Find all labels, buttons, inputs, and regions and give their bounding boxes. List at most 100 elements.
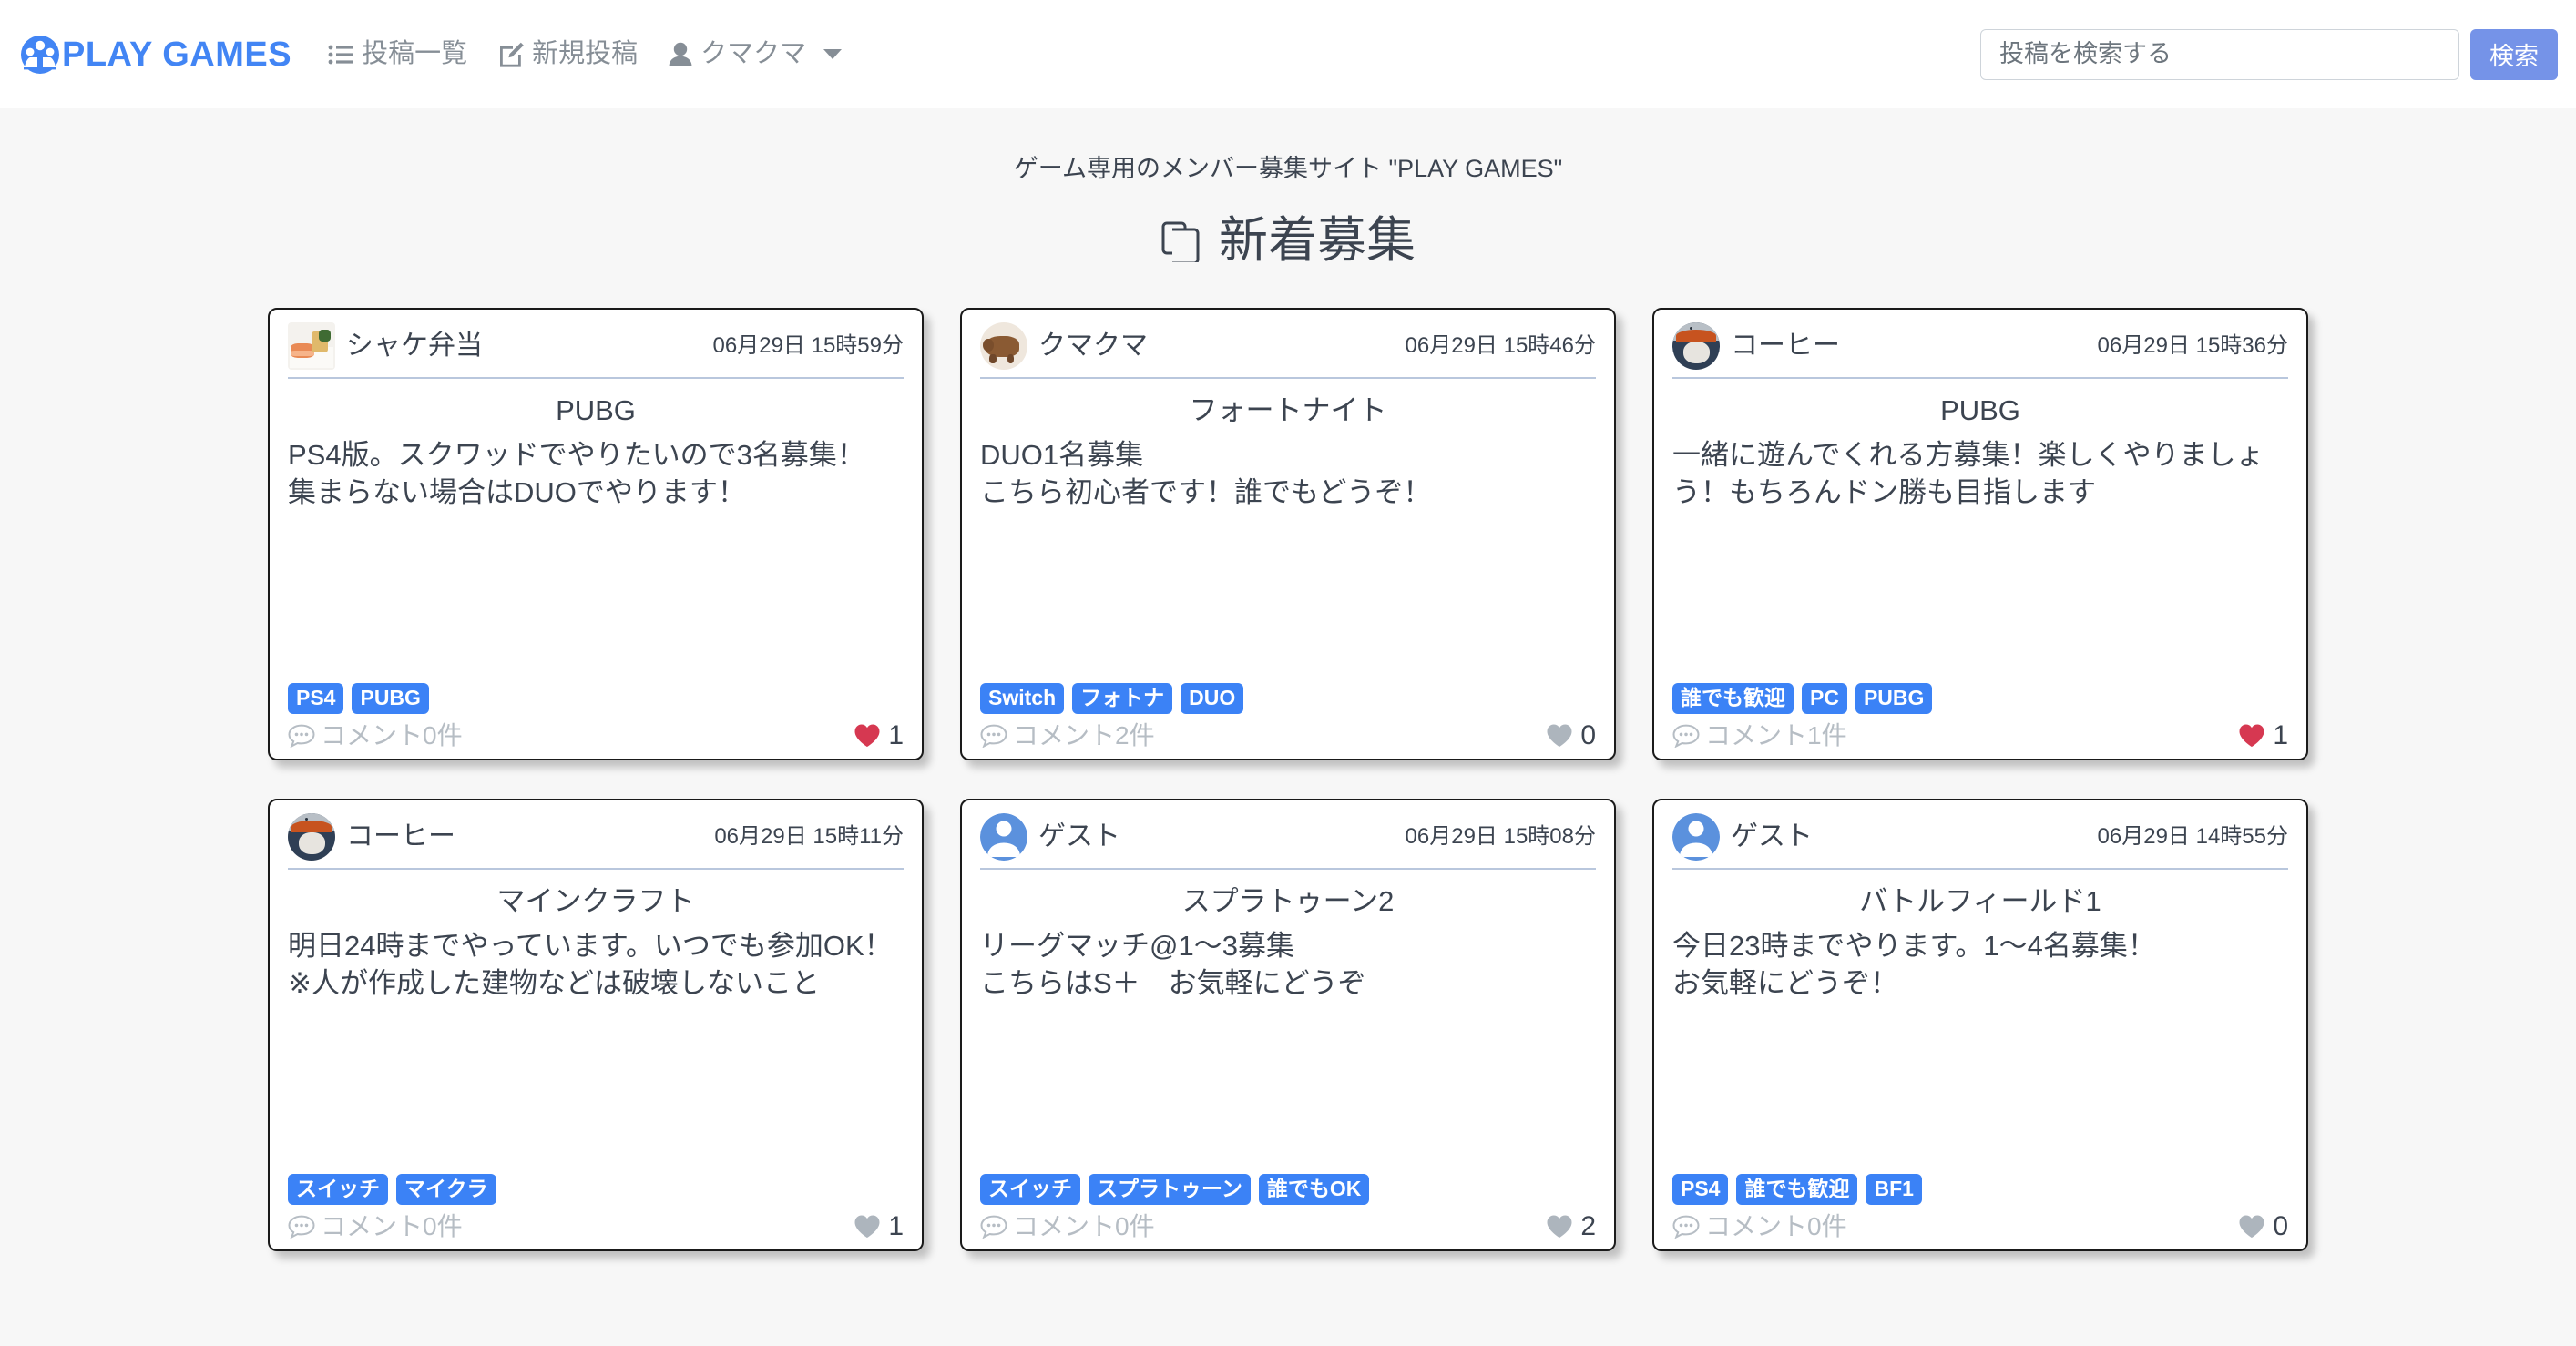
post-tag[interactable]: BF1 xyxy=(1866,1174,1922,1206)
heart-icon[interactable] xyxy=(1546,1214,1573,1239)
post-like-control[interactable]: 1 xyxy=(2238,722,2288,749)
nav-item-new-post[interactable]: 新規投稿 xyxy=(498,41,638,67)
post-comment-count-label: コメント0件 xyxy=(1705,1212,1847,1241)
post-body: PS4版。スクワッドでやりたいので3名募集！ 集まらない場合はDUOでやります！ xyxy=(288,439,865,509)
bento-photo xyxy=(288,322,335,371)
post-comment-link[interactable]: コメント0件 xyxy=(288,1214,463,1239)
post-author[interactable]: コーヒー xyxy=(1672,322,1840,371)
post-tag[interactable]: スイッチ xyxy=(288,1174,388,1206)
post-card-header: コーヒー 06月29日 15時36分 xyxy=(1672,322,2288,380)
post-author[interactable]: ゲスト xyxy=(980,813,1120,862)
bear-photo xyxy=(980,322,1027,371)
comment-bubble-icon xyxy=(980,1215,1007,1239)
post-comment-link[interactable]: コメント0件 xyxy=(288,723,463,749)
post-tag-list: スイッチ マイクラ xyxy=(288,1174,904,1206)
post-tag[interactable]: PC xyxy=(1802,683,1847,715)
heart-icon[interactable] xyxy=(854,723,881,749)
brand-logo-link[interactable]: PLAY GAMES xyxy=(20,35,291,75)
post-tag[interactable]: PUBG xyxy=(352,683,429,715)
post-tag[interactable]: 誰でも歓迎 xyxy=(1736,1174,1858,1206)
post-tag-list: Switch フォトナ DUO xyxy=(980,683,1596,715)
post-tag[interactable]: PS4 xyxy=(1672,1174,1729,1206)
page-title: 新着募集 xyxy=(0,213,2576,268)
post-author-name: ゲスト xyxy=(1731,821,1813,852)
site-tagline: ゲーム専用のメンバー募集サイト "PLAY GAMES" xyxy=(1013,155,1563,182)
user-icon xyxy=(669,42,692,67)
post-card-footer: コメント0件 0 xyxy=(1672,1213,2288,1240)
post-card[interactable]: シャケ弁当 06月29日 15時59分 PUBG PS4版。スクワッドでやりたいので3… xyxy=(268,308,924,761)
page-title-text: 新着募集 xyxy=(1219,213,1416,268)
post-author[interactable]: コーヒー xyxy=(288,813,455,862)
post-like-count: 1 xyxy=(888,1211,904,1242)
post-tag[interactable]: 誰でも歓迎 xyxy=(1672,683,1794,715)
post-tag[interactable]: 誰でもOK xyxy=(1258,1174,1370,1206)
post-tag[interactable]: PUBG xyxy=(1855,683,1933,715)
heart-icon[interactable] xyxy=(2238,723,2265,749)
post-like-control[interactable]: 1 xyxy=(854,1213,904,1240)
post-tag[interactable]: マイクラ xyxy=(396,1174,496,1206)
post-comment-link[interactable]: コメント1件 xyxy=(1672,723,1847,749)
post-comment-link[interactable]: コメント0件 xyxy=(980,1214,1155,1239)
post-tag[interactable]: DUO xyxy=(1181,683,1244,715)
post-comment-link[interactable]: コメント0件 xyxy=(1672,1214,1847,1239)
post-author[interactable]: クマクマ xyxy=(980,322,1148,371)
main-nav: 投稿一覧 新規投稿 クマクマ xyxy=(328,41,843,67)
post-card-footer: コメント1件 1 xyxy=(1672,722,2288,749)
heart-icon[interactable] xyxy=(2238,1214,2265,1239)
post-card[interactable]: コーヒー 06月29日 15時36分 PUBG 一緒に遊んでくれる方募集！楽しくやりま… xyxy=(1652,308,2308,761)
post-body: DUO1名募集 こちら初心者です！誰でもどうぞ！ xyxy=(980,439,1432,509)
post-comment-link[interactable]: コメント2件 xyxy=(980,723,1155,749)
post-card-header: コーヒー 06月29日 15時11分 xyxy=(288,813,904,871)
nav-item-new-post-label: 新規投稿 xyxy=(532,39,639,68)
post-card-header: ゲスト 06月29日 14時55分 xyxy=(1672,813,2288,871)
post-author-name: コーヒー xyxy=(346,821,455,852)
post-card-footer: コメント0件 1 xyxy=(288,1213,904,1240)
cat-photo xyxy=(1672,322,1720,371)
nav-item-post-list[interactable]: 投稿一覧 xyxy=(328,41,467,67)
post-body: 今日23時までやります。1〜4名募集！ お気軽にどうぞ！ xyxy=(1672,930,2156,1000)
post-title: PUBG xyxy=(556,394,636,427)
post-card[interactable]: ゲスト 06月29日 15時08分 スプラトゥーン2 リーグマッチ@1〜3募集 こちら… xyxy=(960,799,1616,1252)
post-title: PUBG xyxy=(1940,394,2020,427)
top-navbar: PLAY GAMES 投稿一覧 新規投稿 クマクマ 投稿を検索する 検索 xyxy=(0,0,2576,108)
post-tag[interactable]: フォトナ xyxy=(1072,683,1173,715)
post-comment-count-label: コメント0件 xyxy=(321,721,463,750)
nav-item-user-menu[interactable]: クマクマ xyxy=(669,41,843,67)
search-button[interactable]: 検索 xyxy=(2470,28,2558,80)
post-card-grid: シャケ弁当 06月29日 15時59分 PUBG PS4版。スクワッドでやりたいので3… xyxy=(268,308,2308,1252)
post-title: バトルフィールド1 xyxy=(1859,885,2101,918)
post-tag[interactable]: PS4 xyxy=(288,683,344,715)
post-tag[interactable]: スイッチ xyxy=(980,1174,1080,1206)
list-icon xyxy=(328,42,354,67)
post-timestamp: 06月29日 14時55分 xyxy=(2097,824,2288,850)
comment-bubble-icon xyxy=(1672,1215,1700,1239)
post-tag-list: PS4 誰でも歓迎 BF1 xyxy=(1672,1174,2288,1206)
post-body: 明日24時までやっています。いつでも参加OK！ ※人が作成した建物などは破壊しな… xyxy=(288,930,893,1000)
post-like-count: 0 xyxy=(2273,1211,2288,1242)
post-author[interactable]: ゲスト xyxy=(1672,813,1813,862)
post-tag-list: PS4 PUBG xyxy=(288,683,904,715)
post-title: スプラトゥーン2 xyxy=(1181,885,1395,918)
post-like-control[interactable]: 0 xyxy=(1546,722,1596,749)
pencil-square-icon xyxy=(498,42,524,67)
post-like-control[interactable]: 2 xyxy=(1546,1213,1596,1240)
post-card[interactable]: クマクマ 06月29日 15時46分 フォートナイト DUO1名募集 こちら初心者です… xyxy=(960,308,1616,761)
post-card[interactable]: コーヒー 06月29日 15時11分マインクラフト明日24時までやっています。いつ… xyxy=(268,799,924,1252)
search-input[interactable] xyxy=(1980,28,2459,80)
post-title: マインクラフト xyxy=(496,885,695,918)
post-tag[interactable]: スプラトゥーン xyxy=(1089,1174,1251,1206)
comment-bubble-icon xyxy=(980,724,1007,749)
post-tag[interactable]: Switch xyxy=(980,683,1065,715)
heart-icon[interactable] xyxy=(854,1214,881,1239)
post-like-control[interactable]: 0 xyxy=(2238,1213,2288,1240)
post-like-count: 1 xyxy=(888,720,904,751)
post-timestamp: 06月29日 15時08分 xyxy=(1405,824,1596,850)
post-card[interactable]: ゲスト 06月29日 14時55分バトルフィールド1 今日23時までやります。1〜4… xyxy=(1652,799,2308,1252)
comment-bubble-icon xyxy=(288,1215,315,1239)
heart-icon[interactable] xyxy=(1546,723,1573,749)
post-timestamp: 06月29日 15時11分 xyxy=(714,824,904,850)
cat-photo xyxy=(288,813,335,862)
post-like-control[interactable]: 1 xyxy=(854,722,904,749)
post-author[interactable]: シャケ弁当 xyxy=(288,322,483,371)
post-tag-list: スイッチ スプラトゥーン 誰でもOK xyxy=(980,1174,1596,1206)
